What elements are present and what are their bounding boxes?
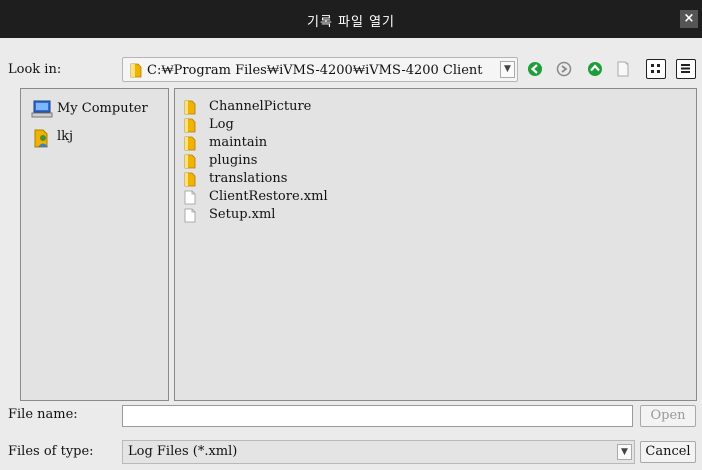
file-type-select[interactable]: Log Files (*.xml) ▼ <box>122 440 635 464</box>
computer-icon <box>31 100 53 118</box>
back-arrow-icon[interactable] <box>527 61 543 77</box>
detail-view-button[interactable] <box>676 59 696 79</box>
file-type-value: Log Files (*.xml) <box>128 444 238 459</box>
folder-icon <box>184 172 196 187</box>
folder-icon <box>184 136 196 151</box>
look-in-combo[interactable]: C:₩Program Files₩iVMS-4200₩iVMS-4200 Cli… <box>122 57 518 82</box>
open-button[interactable]: Open <box>640 405 696 427</box>
folder-icon <box>184 100 196 115</box>
detail-view-icon <box>681 64 690 73</box>
look-in-path: C:₩Program Files₩iVMS-4200₩iVMS-4200 Cli… <box>147 63 483 78</box>
folder-icon <box>184 154 196 169</box>
file-name-label: translations <box>209 171 288 186</box>
file-list[interactable]: ChannelPicture Log maintain plugins tran… <box>174 88 697 401</box>
folder-icon <box>184 118 196 133</box>
cancel-button[interactable]: Cancel <box>640 441 696 463</box>
folder-icon <box>130 63 142 78</box>
file-name-label: File name: <box>8 407 78 422</box>
window-title: 기록 파일 열기 <box>306 15 396 30</box>
forward-arrow-icon[interactable] <box>556 61 572 77</box>
file-name-label: maintain <box>209 135 268 150</box>
file-icon <box>184 190 196 205</box>
file-name-input[interactable] <box>122 405 633 427</box>
file-name-label: ChannelPicture <box>209 99 312 114</box>
file-type-label: Files of type: <box>8 444 94 459</box>
file-name-label: ClientRestore.xml <box>209 189 328 204</box>
file-icon <box>184 208 196 223</box>
look-in-label: Look in: <box>8 62 62 77</box>
close-button[interactable]: × <box>680 10 698 28</box>
new-folder-icon[interactable] <box>615 61 631 77</box>
file-name-label: plugins <box>209 153 258 168</box>
list-view-icon <box>651 64 660 73</box>
up-folder-icon[interactable] <box>587 61 603 77</box>
title-bar: 기록 파일 열기 × <box>0 0 702 38</box>
chevron-down-icon[interactable]: ▼ <box>617 444 632 460</box>
file-name-label: Log <box>209 117 234 132</box>
list-view-button[interactable] <box>646 59 666 79</box>
user-folder-icon <box>34 129 48 148</box>
sidebar-item-label: lkj <box>57 129 74 144</box>
sidebar-places[interactable]: My Computer lkj <box>20 88 169 401</box>
sidebar-item-label: My Computer <box>57 101 148 116</box>
chevron-down-icon[interactable]: ▼ <box>500 61 515 78</box>
file-name-label: Setup.xml <box>209 207 276 222</box>
